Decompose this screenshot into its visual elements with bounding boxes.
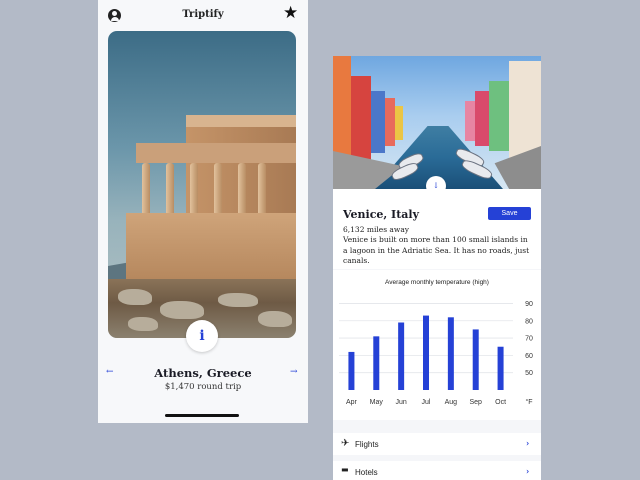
- y-tick-label: 70: [525, 336, 533, 343]
- trip-price: $1,470 round trip: [164, 382, 242, 392]
- app-title: Triptify: [182, 9, 224, 20]
- x-tick-label: May: [370, 399, 384, 406]
- y-tick-label: 50: [525, 370, 533, 377]
- chart-title: Average monthly temperature (high): [385, 279, 489, 286]
- destination-title: Athens, Greece: [154, 366, 252, 380]
- airplane-icon: ✈: [341, 438, 350, 449]
- bar-jul: [423, 315, 429, 390]
- destination-title: Venice, Italy: [343, 208, 419, 221]
- y-tick-label: 90: [525, 301, 533, 308]
- x-tick-label: Apr: [346, 399, 358, 406]
- x-tick-label: Sep: [469, 399, 482, 406]
- temperature-chart: 50 60 70 80 90 Apr May Jun Jul Aug Sep Oct °F: [339, 301, 533, 406]
- athens-photo: [108, 31, 296, 338]
- next-arrow-icon[interactable]: →: [290, 367, 298, 377]
- save-button[interactable]: Save: [488, 207, 531, 220]
- bar-oct: [497, 346, 504, 390]
- top-bar: Triptify ★: [98, 0, 308, 30]
- y-tick-label: 80: [525, 318, 533, 325]
- bar-may: [373, 336, 380, 390]
- star-icon[interactable]: ★: [283, 5, 298, 22]
- bar-jun: [398, 322, 405, 390]
- distance-text: 6,132 miles away: [343, 225, 410, 234]
- x-tick-label: Jun: [395, 399, 406, 406]
- chevron-right-icon: ›: [526, 438, 530, 448]
- info-button[interactable]: i: [186, 320, 218, 352]
- home-indicator: [165, 414, 239, 417]
- venice-photo: [333, 56, 541, 189]
- list-item-label: Flights: [355, 440, 379, 449]
- bar-aug: [447, 317, 454, 390]
- list-item-label: Hotels: [355, 468, 378, 477]
- unit-label: °F: [525, 398, 532, 406]
- list-item-flights[interactable]: ✈ Flights ›: [333, 433, 541, 455]
- bar-sep: [472, 329, 479, 390]
- bar-apr: [348, 351, 355, 390]
- y-tick-label: 60: [525, 353, 533, 360]
- athens-screen: Triptify ★ i ← Athens, Greece → $1,470 r…: [98, 0, 308, 423]
- bed-icon: ▬: [341, 465, 349, 474]
- list-item-hotels[interactable]: ▬ Hotels ›: [333, 461, 541, 480]
- description-text: Venice is built on more than 100 small i…: [343, 235, 530, 265]
- chevron-right-icon: ›: [526, 466, 530, 476]
- x-tick-label: Aug: [445, 399, 458, 406]
- x-tick-label: Jul: [422, 399, 431, 406]
- x-tick-label: Oct: [495, 399, 506, 406]
